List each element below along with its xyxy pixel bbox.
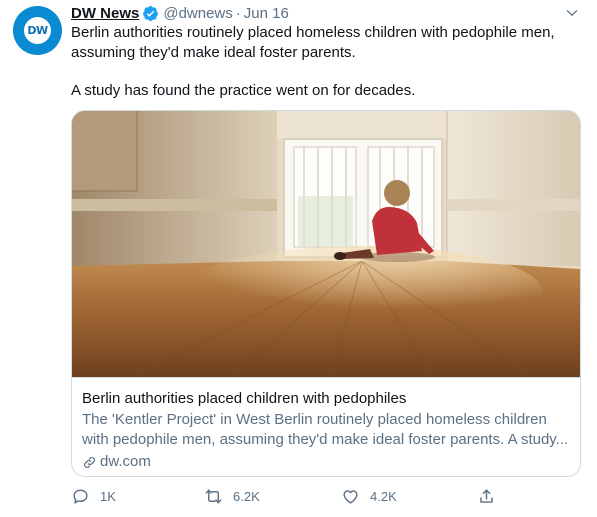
avatar[interactable]: DW	[13, 6, 62, 55]
link-card[interactable]: Berlin authorities placed children with …	[71, 110, 581, 477]
link-icon	[84, 456, 95, 468]
retweet-icon	[205, 488, 222, 504]
chevron-down-icon[interactable]	[563, 4, 581, 22]
card-image	[72, 111, 580, 377]
tweet-date[interactable]: Jun 16	[244, 5, 289, 22]
card-domain: dw.com	[82, 452, 570, 472]
tweet-text-paragraph: A study has found the practice went on f…	[71, 82, 416, 99]
like-count: 4.2K	[370, 488, 397, 504]
author-handle[interactable]: @dwnews	[163, 5, 232, 22]
card-domain-text: dw.com	[100, 453, 151, 470]
tweet-actions: 1K 6.2K 4.2K	[71, 486, 501, 506]
retweet-count: 6.2K	[233, 488, 260, 504]
reply-icon	[73, 488, 88, 504]
card-title: Berlin authorities placed children with …	[82, 390, 407, 407]
like-icon	[343, 489, 358, 504]
separator-dot: ·	[235, 4, 241, 22]
reply-count: 1K	[100, 488, 116, 504]
card-body: Berlin authorities placed children with …	[72, 377, 580, 476]
reply-button[interactable]: 1K	[71, 486, 116, 506]
like-button[interactable]: 4.2K	[341, 486, 397, 506]
card-description: The 'Kentler Project' in West Berlin rou…	[82, 411, 569, 448]
dw-logo: DW	[24, 17, 51, 44]
tweet-text: Berlin authorities routinely placed home…	[71, 23, 581, 101]
share-icon	[480, 488, 493, 503]
author-name[interactable]: DW News	[71, 5, 139, 22]
verified-badge-icon	[142, 5, 159, 22]
share-button[interactable]	[477, 486, 506, 506]
tweet-header: DW News @dwnews · Jun 16	[71, 4, 289, 22]
tweet-text-paragraph: Berlin authorities routinely placed home…	[71, 24, 555, 61]
retweet-button[interactable]: 6.2K	[204, 486, 260, 506]
tweet[interactable]: DW DW News @dwnews · Jun 16 Berlin autho…	[0, 0, 597, 517]
